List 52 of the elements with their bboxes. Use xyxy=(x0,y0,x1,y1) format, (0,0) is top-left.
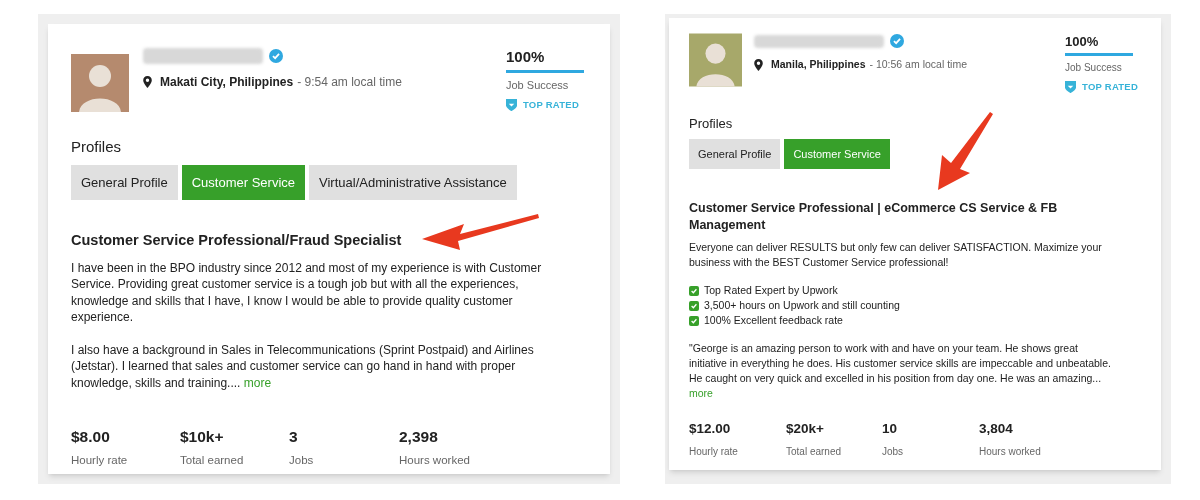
job-success-label: Job Success xyxy=(506,77,569,93)
more-link[interactable]: more xyxy=(689,387,713,400)
stat-value: $20k+ xyxy=(786,420,825,439)
stat-label: Jobs xyxy=(882,444,905,459)
profile-title: Customer Service Professional/Fraud Specialist xyxy=(71,230,402,250)
location-pin-icon xyxy=(754,58,763,71)
stat-value: $8.00 xyxy=(71,427,111,447)
location-pin-icon xyxy=(143,76,152,88)
description-text: I also have a background in Sales in Telecommunications (Sprint Postpaid) and Airlines (Jetstar). I learned that sales and customer service can go hand in hand with proper knowledge, skills and training.... more xyxy=(71,341,535,391)
top-rated-label: TOP RATED xyxy=(1082,79,1138,94)
stat-label: Hourly rate xyxy=(689,444,739,459)
location-text: Manila, Philippines xyxy=(771,57,866,72)
stat-label: Hours worked xyxy=(979,444,1042,459)
stat-value: $10k+ xyxy=(180,427,225,447)
stat-label: Hourly rate xyxy=(71,453,129,469)
profile-tab[interactable]: General Profile xyxy=(71,164,178,200)
job-success-label: Job Success xyxy=(1065,60,1122,75)
stat-value: 2,398 xyxy=(399,427,439,447)
section-heading: Profiles xyxy=(689,114,734,133)
section-heading: Profiles xyxy=(71,137,123,158)
stat-value: 3,804 xyxy=(979,420,1014,439)
profile-tab[interactable]: General Profile xyxy=(689,139,781,170)
description-text: I have been in the BPO industry since 2012 and most of my experience is with Customer Service. Providing great customer service is a tough job but with all the experiences, knowledge and skills that I have, I know I would be able to provide quality customer experience. xyxy=(71,259,543,326)
job-success-value: 100% xyxy=(506,47,545,67)
profile-tab[interactable]: Customer Service xyxy=(784,139,890,170)
verified-icon xyxy=(269,49,283,63)
stat-label: Total earned xyxy=(786,444,843,459)
description-text: Everyone can deliver RESULTS but only few can deliver SATISFACTION. Maximize your business with the BEST Customer Service professional! xyxy=(689,240,1103,271)
top-rated-label: TOP RATED xyxy=(523,98,579,112)
stat-value: 3 xyxy=(289,427,299,447)
description-text: "George is an amazing person to work with and have on your team. He shows great initiative in everything he does. His customer service skills are impeccable and unbeatable. He caught on very quick and excelled in his position from day one. He was an amazing... more xyxy=(689,341,1112,402)
stat-label: Total earned xyxy=(180,453,245,469)
verified-icon xyxy=(890,34,904,48)
profile-tab[interactable]: Customer Service xyxy=(181,164,306,200)
location-text: Makati City, Philippines xyxy=(160,74,294,91)
shield-icon xyxy=(506,99,517,112)
checklist-text: 3,500+ hours on Upwork and still counting xyxy=(704,298,900,314)
local-time: - 10:56 am local time xyxy=(869,57,967,72)
stat-label: Hours worked xyxy=(399,453,471,469)
stat-value: 10 xyxy=(882,420,899,439)
local-time: - 9:54 am local time xyxy=(297,74,402,91)
stat-value: $12.00 xyxy=(689,420,732,439)
checklist-text: 100% Excellent feedback rate xyxy=(704,313,843,329)
shield-icon xyxy=(1065,80,1076,93)
more-link[interactable]: more xyxy=(243,375,272,390)
avatar xyxy=(689,32,742,88)
avatar xyxy=(71,54,129,112)
profile-title: Customer Service Professional | eCommerce CS Service & FB Management xyxy=(689,200,1059,235)
checklist-text: Top Rated Expert by Upwork xyxy=(704,283,838,299)
stat-label: Jobs xyxy=(289,453,315,469)
profile-tab[interactable]: Virtual/Administrative Assistance xyxy=(309,164,517,200)
job-success-value: 100% xyxy=(1065,33,1099,51)
